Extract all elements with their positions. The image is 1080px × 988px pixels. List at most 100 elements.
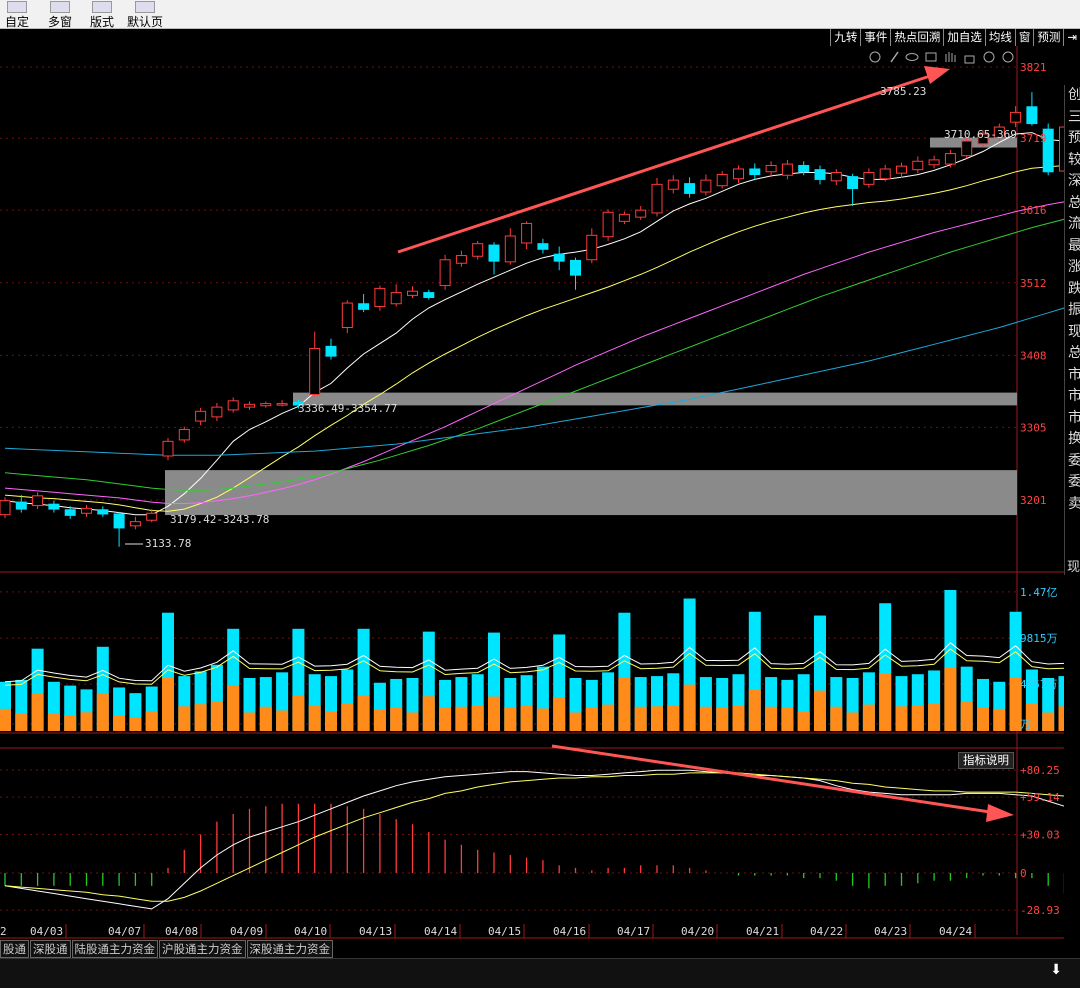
date-tick-label: 04/08 — [165, 925, 198, 938]
volume-bar-fill — [422, 696, 435, 731]
candle-body — [700, 179, 712, 193]
date-tick-fragment: 2 — [0, 925, 7, 938]
date-tick-label: 04/23 — [874, 925, 907, 938]
tab-northbound-main[interactable]: 陆股通主力资金 — [71, 940, 158, 958]
eraser-icon[interactable] — [925, 52, 937, 62]
hand-icon[interactable] — [945, 52, 956, 62]
date-tick-label: 04/07 — [108, 925, 141, 938]
volume-bar-fill — [1042, 712, 1055, 731]
candle-body — [781, 163, 793, 176]
volume-bar-fill — [683, 684, 696, 731]
candle-body — [879, 168, 891, 180]
lock-icon[interactable] — [964, 55, 975, 64]
price-tick-label: 3512 — [1020, 277, 1047, 290]
tab-shenzhen-main[interactable]: 深股通主力资金 — [246, 940, 333, 958]
candle-body — [716, 174, 728, 187]
volume-bar-fill — [602, 704, 615, 731]
volume-bar-fill — [96, 693, 109, 731]
macd-dif-line — [4, 769, 1064, 910]
tab-shenzhen-connect[interactable]: 深股通 — [30, 940, 71, 958]
candle-body — [178, 428, 190, 441]
settings-icon[interactable] — [869, 51, 881, 63]
uptrend-arrowhead — [924, 66, 950, 84]
high-price-label: 3785.23 — [880, 85, 926, 98]
indicator-explain-button[interactable]: 指标说明 — [958, 752, 1014, 769]
support-zone-1 — [165, 470, 1017, 516]
candle-body — [390, 292, 402, 305]
volume-tick-label: 9815万 — [1020, 632, 1058, 645]
side-panel-label: 市 — [1068, 388, 1080, 404]
candle-body — [1026, 106, 1038, 125]
side-panel-label: 较 — [1068, 151, 1080, 168]
price-tick-label: 3201 — [1020, 494, 1047, 507]
side-panel-label: 跌 — [1068, 280, 1080, 297]
side-panel-label: 总 — [1068, 345, 1080, 361]
volume-bar-fill — [911, 705, 924, 731]
volume-bar-fill — [553, 697, 566, 731]
price-tick-label: 3408 — [1020, 349, 1047, 362]
candle-body — [227, 400, 239, 411]
volume-bar-fill — [765, 706, 778, 731]
macd-divergence-arrow — [551, 744, 991, 814]
volume-bar-fill — [129, 717, 142, 731]
candle-body — [586, 234, 598, 261]
candle-body — [309, 347, 321, 396]
candle-body — [439, 259, 451, 287]
side-panel-label: 流 — [1068, 216, 1080, 232]
candle-body — [944, 153, 956, 165]
download-icon[interactable]: ⬇ — [1050, 962, 1062, 978]
date-tick-label: 04/21 — [746, 925, 779, 938]
macd-tick-label: +30.03 — [1020, 828, 1060, 841]
side-panel-label: 总 — [1068, 194, 1080, 211]
volume-bar-fill — [31, 693, 44, 731]
candle-body — [863, 171, 875, 185]
side-panel-label: 市 — [1068, 366, 1080, 383]
candle-body — [325, 345, 337, 357]
eye-icon[interactable] — [905, 53, 919, 61]
candle-body — [48, 503, 60, 510]
volume-tick-label: 1.47亿 — [1020, 586, 1058, 599]
volume-bar-fill — [488, 696, 500, 731]
volume-bar-fill — [520, 705, 533, 731]
kline-chart[interactable]: 3821 3719 3616 3512 3408 3305 3201 1.47亿 9815万 49… — [0, 0, 1064, 940]
volume-bar-fill — [0, 708, 11, 731]
volume-bar-fill — [243, 712, 256, 731]
volume-bars — [0, 590, 1064, 731]
zone2-label: 3336.49-3354.77 — [298, 402, 397, 415]
volume-bar-fill — [292, 695, 305, 731]
price-tick-label: 3719 — [1020, 132, 1047, 145]
ma10-line — [4, 165, 1064, 512]
volume-bar-fill — [993, 708, 1006, 731]
side-panel-label: 深 — [1068, 173, 1080, 189]
tab-stock-connect[interactable]: 股通 — [0, 940, 29, 958]
zoom-out-icon[interactable] — [1002, 51, 1014, 63]
collapse-panel-icon[interactable]: ⇥ — [1063, 29, 1080, 46]
tab-shanghai-main[interactable]: 沪股通主力资金 — [159, 940, 246, 958]
candle-body — [814, 169, 826, 180]
side-panel-label: 换 — [1068, 431, 1080, 447]
side-panel-label: 委 — [1068, 452, 1080, 469]
candle-body — [928, 159, 940, 166]
macd-tick-label: 0 — [1020, 867, 1027, 880]
price-tick-label: 3305 — [1020, 421, 1047, 434]
macd-dea-line — [4, 772, 1064, 902]
candle-body — [830, 171, 842, 182]
volume-bar-fill — [390, 707, 403, 731]
date-tick-label: 04/14 — [424, 925, 457, 938]
quote-side-panel: 创三预较深总流最涨跌振现总市市市换委委卖 — [1064, 85, 1080, 575]
candle-body — [15, 501, 27, 510]
zone3-label: 3710.65-369 — [944, 128, 1017, 141]
volume-bar-fill — [895, 706, 908, 731]
volume-bar-fill — [585, 708, 598, 731]
candle-body — [81, 507, 92, 514]
volume-bar-fill — [341, 703, 354, 731]
pen-icon[interactable] — [890, 51, 899, 63]
macd-divergence-arrowhead — [986, 804, 1014, 822]
volume-bar-fill — [977, 707, 989, 731]
candle-body — [472, 243, 484, 257]
zoom-in-icon[interactable] — [983, 51, 995, 63]
candle-body — [276, 403, 288, 406]
volume-bar-fill — [406, 712, 419, 731]
candle-body — [146, 512, 158, 521]
volume-bar-fill — [536, 708, 549, 731]
